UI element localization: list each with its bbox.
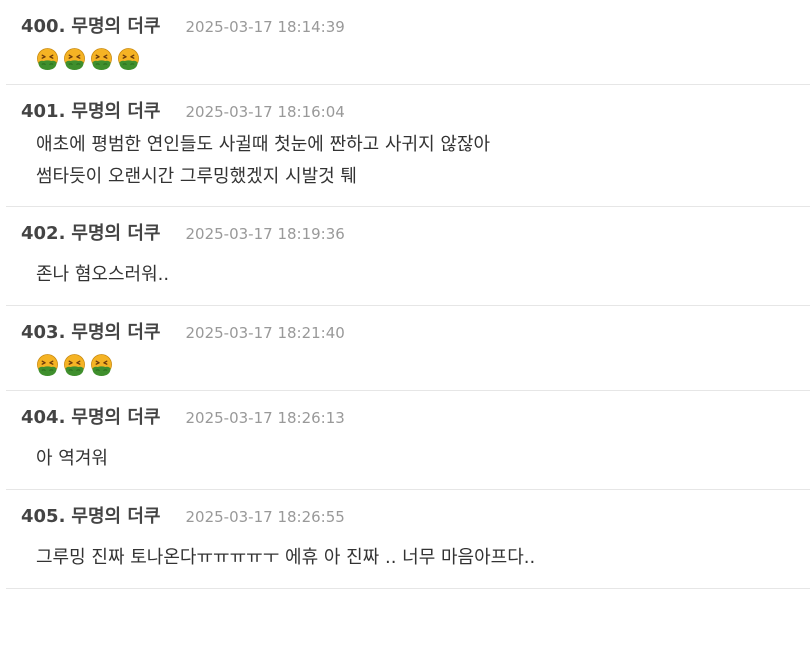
comment-author[interactable]: 무명의 더쿠 [71, 97, 160, 123]
comment-timestamp: 2025-03-17 18:26:55 [185, 508, 345, 526]
comment-emoji-row [21, 40, 810, 84]
comment-item: 404. 무명의 더쿠 2025-03-17 18:26:13 아 역겨워 [6, 391, 810, 490]
comment-number: 402. [21, 223, 66, 244]
comment-item: 400. 무명의 더쿠 2025-03-17 18:14:39 [6, 0, 810, 85]
comment-body: 존나 혐오스러워.. [21, 247, 810, 305]
comment-number: 403. [21, 322, 66, 343]
comment-number: 401. [21, 101, 66, 122]
nauseated-face-icon [36, 48, 59, 71]
comment-timestamp: 2025-03-17 18:16:04 [185, 103, 345, 121]
comment-text-line: 존나 혐오스러워.. [36, 264, 170, 285]
comment-text-line: 그루밍 진짜 토나온다ㅠㅠㅠㅠㅜ 에휴 아 진짜 .. 너무 마음아프다.. [36, 547, 536, 568]
comment-number: 405. [21, 506, 66, 527]
comment-header: 400. 무명의 더쿠 2025-03-17 18:14:39 [21, 0, 810, 40]
comment-text-line: 썸타듯이 오랜시간 그루밍했겠지 시발것 퉤 [36, 166, 357, 187]
comment-item: 402. 무명의 더쿠 2025-03-17 18:19:36 존나 혐오스러워… [6, 207, 810, 306]
comment-timestamp: 2025-03-17 18:26:13 [185, 409, 345, 427]
comment-item: 405. 무명의 더쿠 2025-03-17 18:26:55 그루밍 진짜 토… [6, 490, 810, 589]
comment-author[interactable]: 무명의 더쿠 [71, 12, 160, 38]
comment-author[interactable]: 무명의 더쿠 [71, 403, 160, 429]
nauseated-face-icon [117, 48, 140, 71]
comment-header: 401. 무명의 더쿠 2025-03-17 18:16:04 [21, 85, 810, 125]
nauseated-face-icon [36, 354, 59, 377]
nauseated-face-icon [63, 354, 86, 377]
comment-number: 400. [21, 16, 66, 37]
comment-item: 401. 무명의 더쿠 2025-03-17 18:16:04 애초에 평범한 … [6, 85, 810, 207]
comment-author[interactable]: 무명의 더쿠 [71, 318, 160, 344]
nauseated-face-icon [90, 354, 113, 377]
comment-emoji-row [21, 346, 810, 390]
comment-timestamp: 2025-03-17 18:14:39 [185, 18, 345, 36]
nauseated-face-icon [63, 48, 86, 71]
comment-body: 애초에 평범한 연인들도 사귈때 첫눈에 짠하고 사귀지 않잖아 썸타듯이 오랜… [21, 125, 810, 206]
comment-text-line: 아 역겨워 [36, 448, 108, 469]
comment-thread: 400. 무명의 더쿠 2025-03-17 18:14:39 401. 무명의… [0, 0, 810, 589]
nauseated-face-icon [90, 48, 113, 71]
comment-timestamp: 2025-03-17 18:19:36 [185, 225, 345, 243]
comment-header: 405. 무명의 더쿠 2025-03-17 18:26:55 [21, 490, 810, 530]
comment-item: 403. 무명의 더쿠 2025-03-17 18:21:40 [6, 306, 810, 391]
comment-body: 그루밍 진짜 토나온다ㅠㅠㅠㅠㅜ 에휴 아 진짜 .. 너무 마음아프다.. [21, 530, 810, 588]
comment-header: 404. 무명의 더쿠 2025-03-17 18:26:13 [21, 391, 810, 431]
comment-header: 402. 무명의 더쿠 2025-03-17 18:19:36 [21, 207, 810, 247]
comment-author[interactable]: 무명의 더쿠 [71, 502, 160, 528]
comment-body: 아 역겨워 [21, 431, 810, 489]
comment-author[interactable]: 무명의 더쿠 [71, 219, 160, 245]
comment-number: 404. [21, 407, 66, 428]
comment-header: 403. 무명의 더쿠 2025-03-17 18:21:40 [21, 306, 810, 346]
comment-timestamp: 2025-03-17 18:21:40 [185, 324, 345, 342]
comment-text-line: 애초에 평범한 연인들도 사귈때 첫눈에 짠하고 사귀지 않잖아 [36, 134, 491, 155]
